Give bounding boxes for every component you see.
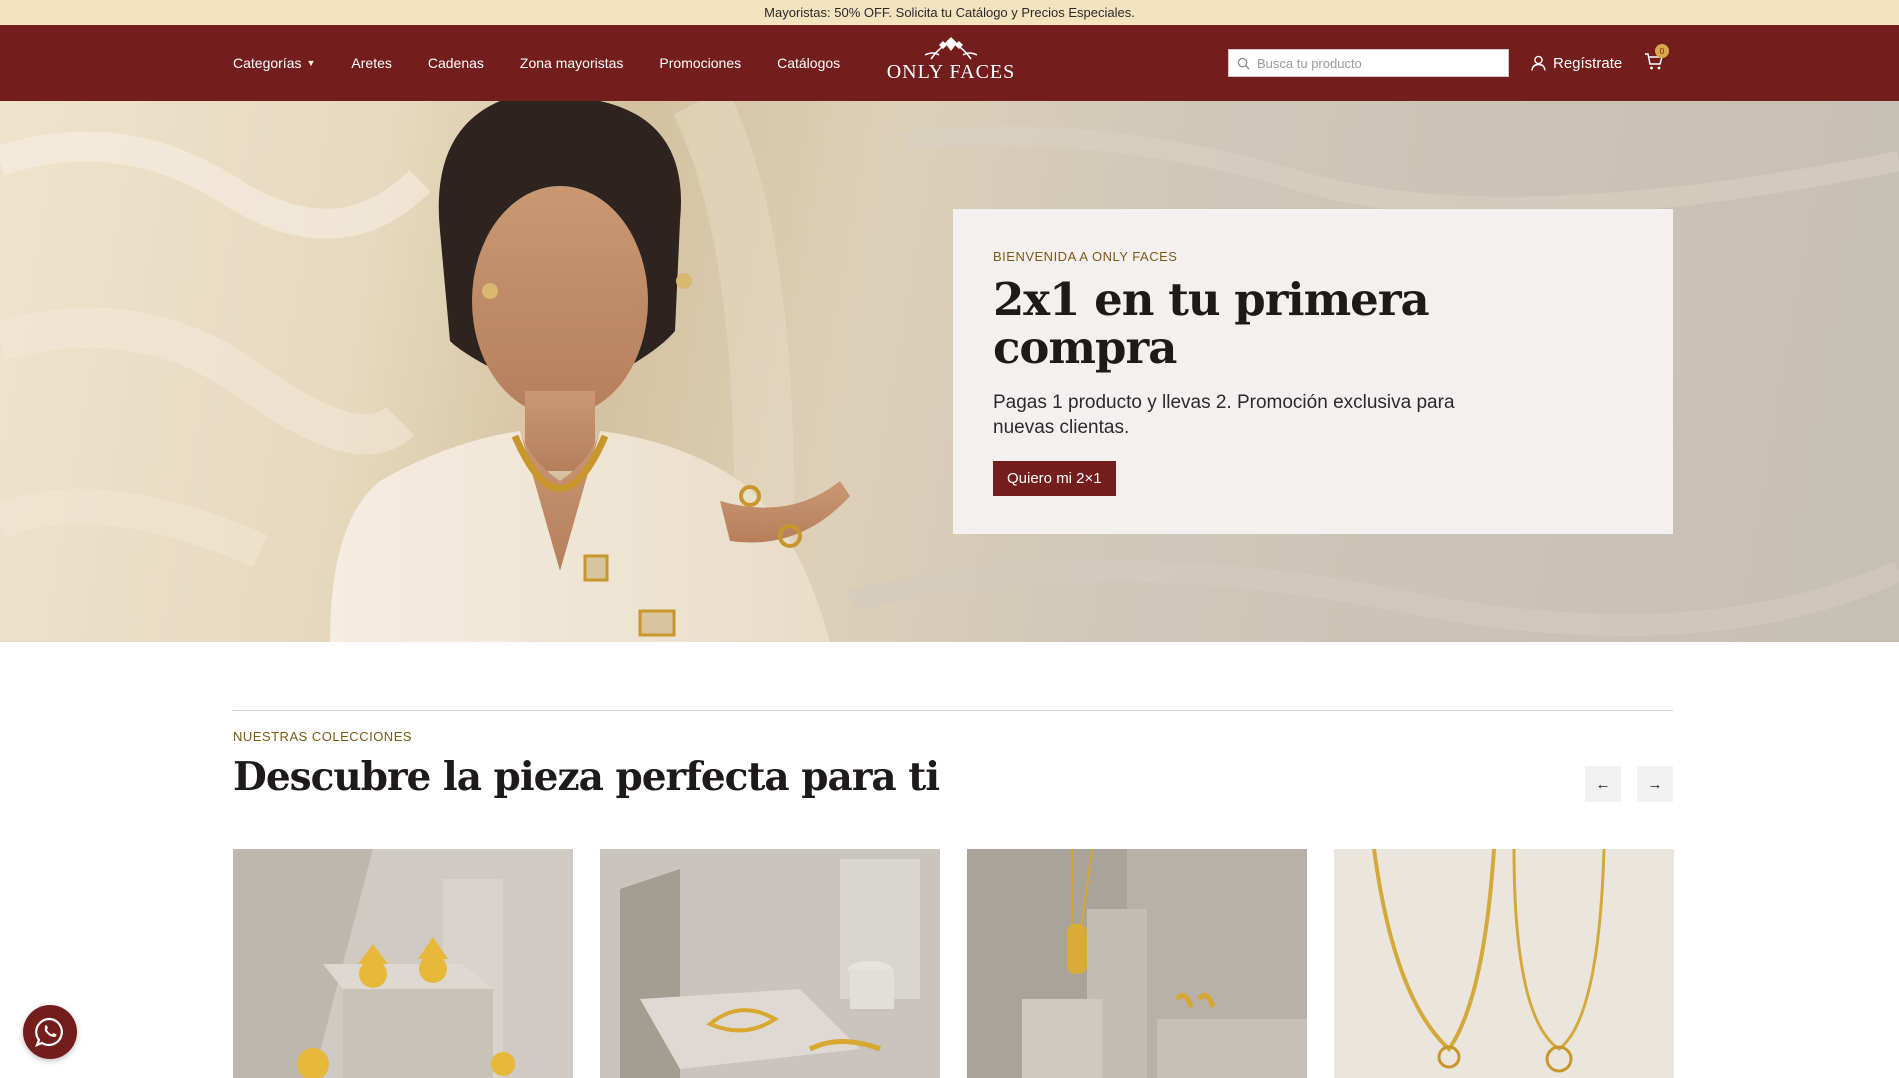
cart-count-badge: 0 bbox=[1655, 44, 1669, 58]
collection-card[interactable] bbox=[1334, 849, 1674, 1078]
section-divider bbox=[233, 710, 1673, 711]
chains-product-image bbox=[1334, 849, 1674, 1078]
arrow-right-icon: → bbox=[1647, 775, 1663, 793]
search-box[interactable] bbox=[1228, 49, 1509, 77]
nav-item-label: Promociones bbox=[659, 55, 742, 71]
arrow-left-icon: ← bbox=[1595, 775, 1611, 793]
carousel-controls: ← → bbox=[1585, 766, 1673, 802]
promo-cta-button[interactable]: Quiero mi 2×1 bbox=[993, 461, 1116, 496]
nav-item-aretes[interactable]: Aretes bbox=[351, 55, 391, 71]
main-navbar: Categorías ▼ Aretes Cadenas Zona mayoris… bbox=[0, 25, 1899, 101]
nav-item-cadenas[interactable]: Cadenas bbox=[428, 55, 484, 71]
promo-eyebrow: BIENVENIDA A ONLY FACES bbox=[993, 249, 1178, 264]
search-icon bbox=[1237, 57, 1250, 70]
nav-item-catalogos[interactable]: Catálogos bbox=[777, 55, 840, 71]
collections-title: Descubre la pieza perfecta para ti bbox=[233, 754, 940, 800]
collection-card[interactable] bbox=[967, 849, 1307, 1078]
announcement-text: Mayoristas: 50% OFF. Solicita tu Catálog… bbox=[764, 5, 1135, 20]
collection-card[interactable] bbox=[600, 849, 940, 1078]
promo-card: BIENVENIDA A ONLY FACES 2x1 en tu primer… bbox=[953, 209, 1673, 534]
whatsapp-button[interactable] bbox=[23, 1005, 77, 1059]
search-input[interactable] bbox=[1257, 55, 1487, 71]
cart-button[interactable]: 0 bbox=[1644, 44, 1669, 75]
whatsapp-icon bbox=[35, 1017, 63, 1047]
promo-description: Pagas 1 producto y llevas 2. Promoción e… bbox=[993, 392, 1455, 438]
collection-card[interactable] bbox=[233, 849, 573, 1078]
nav-links: Categorías ▼ Aretes Cadenas Zona mayoris… bbox=[233, 25, 876, 101]
diamond-crown-icon bbox=[924, 37, 978, 60]
nav-item-promociones[interactable]: Promociones bbox=[659, 55, 741, 71]
nav-item-zona-mayoristas[interactable]: Zona mayoristas bbox=[520, 55, 623, 71]
collections-eyebrow: NUESTRAS COLECCIONES bbox=[233, 729, 413, 744]
carousel-prev-button[interactable]: ← bbox=[1585, 766, 1621, 802]
nav-item-label: Zona mayoristas bbox=[519, 55, 624, 71]
nav-item-label: Categorías bbox=[233, 55, 302, 71]
register-link[interactable]: Regístrate bbox=[1531, 49, 1622, 77]
register-label: Regístrate bbox=[1553, 54, 1623, 72]
collections-section: NUESTRAS COLECCIONES Descubre la pieza p… bbox=[233, 710, 1673, 802]
nav-item-label: Cadenas bbox=[427, 55, 484, 71]
nav-item-label: Catálogos bbox=[777, 55, 841, 71]
chevron-down-icon: ▼ bbox=[306, 58, 316, 68]
nav-item-label: Aretes bbox=[351, 55, 392, 71]
carousel-next-button[interactable]: → bbox=[1637, 766, 1673, 802]
logo-text: ONLY FACES bbox=[886, 61, 1016, 83]
hero-banner: BIENVENIDA A ONLY FACES 2x1 en tu primer… bbox=[0, 101, 1899, 642]
promo-title: 2x1 en tu primera compra bbox=[993, 273, 1430, 374]
collection-cards bbox=[233, 849, 1674, 1078]
announcement-bar: Mayoristas: 50% OFF. Solicita tu Catálog… bbox=[0, 0, 1899, 25]
nav-item-categorias[interactable]: Categorías ▼ bbox=[233, 55, 315, 71]
pendants-product-image bbox=[967, 849, 1307, 1078]
user-icon bbox=[1531, 55, 1546, 71]
bracelets-product-image bbox=[600, 849, 940, 1078]
earrings-product-image bbox=[233, 849, 573, 1078]
brand-logo[interactable]: ONLY FACES bbox=[885, 33, 1017, 95]
